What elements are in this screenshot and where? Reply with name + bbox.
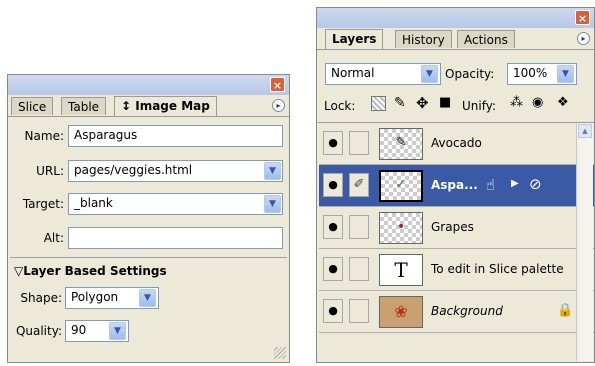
divider — [10, 257, 287, 258]
alt-field[interactable] — [68, 227, 283, 249]
tab-layers[interactable]: Layers — [325, 29, 384, 49]
close-icon[interactable]: × — [575, 10, 590, 25]
layer-name[interactable]: Avocado — [431, 136, 482, 150]
panel-tabs: Slice Table ↕ Image Map ▸ — [8, 95, 289, 117]
resize-grip-icon[interactable] — [274, 347, 286, 359]
layer-row-grapes[interactable]: ● • Grapes — [319, 207, 594, 249]
layer-thumbnail: ✓ — [379, 170, 423, 202]
lock-all-icon[interactable]: ■ — [439, 95, 451, 110]
hand-cursor-icon: ☝ — [486, 176, 496, 194]
url-field[interactable]: pages/veggies.html — [68, 160, 283, 182]
quality-label: Quality: — [15, 324, 62, 338]
lock-label: Lock: — [324, 99, 356, 113]
layers-panel: × Layers History Actions ▸ Normal ▼ Opac… — [316, 7, 595, 363]
lock-move-icon[interactable]: ✥ — [416, 94, 429, 112]
layer-based-settings-heading[interactable]: ▽Layer Based Settings — [14, 264, 167, 278]
layer-name[interactable]: To edit in Slice palette — [431, 262, 564, 276]
name-field[interactable]: Asparagus — [68, 125, 283, 147]
expand-arrow-icon[interactable]: ▶ — [511, 178, 519, 189]
unify-position-icon[interactable]: ⁂ — [510, 95, 523, 110]
tab-image-map[interactable]: ↕ Image Map — [114, 96, 217, 116]
link-cell[interactable] — [349, 215, 369, 239]
panel-menu-icon[interactable]: ▸ — [272, 99, 285, 112]
layers-tabs: Layers History Actions ▸ — [317, 28, 594, 50]
lock-paint-brush-icon[interactable]: ✎ — [394, 95, 406, 111]
name-label: Name: — [24, 129, 64, 143]
lock-icon: 🔒 — [557, 303, 574, 318]
quality-dropdown-icon[interactable]: ▼ — [109, 322, 126, 340]
target-dropdown-icon[interactable]: ▼ — [264, 195, 281, 213]
url-label: URL: — [36, 164, 64, 178]
unify-style-icon[interactable]: ❖ — [557, 95, 569, 110]
alt-label: Alt: — [43, 231, 64, 245]
layers-scrollbar[interactable]: ▲ — [576, 123, 593, 361]
target-label: Target: — [22, 197, 64, 211]
scroll-up-icon[interactable]: ▲ — [578, 124, 592, 138]
opacity-dropdown-icon[interactable]: ▼ — [557, 65, 574, 83]
lock-transparency-icon[interactable] — [371, 96, 386, 111]
panel-titlebar[interactable]: × — [8, 75, 289, 95]
layers-menu-icon[interactable]: ▸ — [577, 32, 590, 45]
blend-mode-dropdown-icon[interactable]: ▼ — [421, 65, 438, 83]
layer-name[interactable]: Background — [431, 304, 503, 318]
layers-list: ● ✎ Avocado ● ✐ ✓ Aspa... ☝ ▶ ⊘ ● • Grap… — [318, 122, 594, 363]
eye-icon[interactable]: ● — [323, 173, 343, 197]
tab-table[interactable]: Table — [61, 97, 107, 115]
layer-thumbnail: ❀ — [379, 296, 423, 328]
layer-row-text[interactable]: ● T To edit in Slice palette — [319, 249, 594, 291]
url-dropdown-icon[interactable]: ▼ — [264, 162, 281, 180]
link-cell[interactable] — [349, 131, 369, 155]
layer-thumbnail: ✎ — [379, 128, 423, 160]
text-layer-icon: T — [379, 254, 423, 286]
unify-visibility-icon[interactable]: ◉ — [532, 95, 543, 110]
layers-titlebar[interactable]: × — [317, 8, 594, 28]
link-cell[interactable] — [349, 299, 369, 323]
layer-name[interactable]: Aspa... — [431, 178, 478, 192]
layer-row-asparagus[interactable]: ● ✐ ✓ Aspa... ☝ ▶ ⊘ — [319, 165, 594, 207]
layer-thumbnail: • — [379, 212, 423, 244]
tab-history[interactable]: History — [395, 30, 452, 48]
tab-slice[interactable]: Slice — [11, 97, 54, 115]
opacity-label: Opacity: — [445, 67, 495, 81]
target-field[interactable]: _blank — [68, 193, 283, 215]
shape-label: Shape: — [20, 291, 62, 305]
eye-icon[interactable]: ● — [323, 215, 343, 239]
image-map-panel: × Slice Table ↕ Image Map ▸ Name: Aspara… — [7, 74, 290, 363]
eye-icon[interactable]: ● — [323, 257, 343, 281]
eye-icon[interactable]: ● — [323, 299, 343, 323]
layer-row-avocado[interactable]: ● ✎ Avocado — [319, 123, 594, 165]
layer-name[interactable]: Grapes — [431, 220, 474, 234]
paintbrush-icon[interactable]: ✐ — [349, 173, 369, 197]
unify-label: Unify: — [462, 99, 497, 113]
layer-row-background[interactable]: ● ❀ Background 🔒 — [319, 291, 594, 333]
eye-icon[interactable]: ● — [323, 131, 343, 155]
image-map-icon[interactable]: ⊘ — [529, 175, 542, 193]
shape-dropdown-icon[interactable]: ▼ — [139, 289, 156, 307]
tab-actions[interactable]: Actions — [457, 30, 515, 48]
link-cell[interactable] — [349, 257, 369, 281]
close-icon[interactable]: × — [270, 77, 285, 92]
